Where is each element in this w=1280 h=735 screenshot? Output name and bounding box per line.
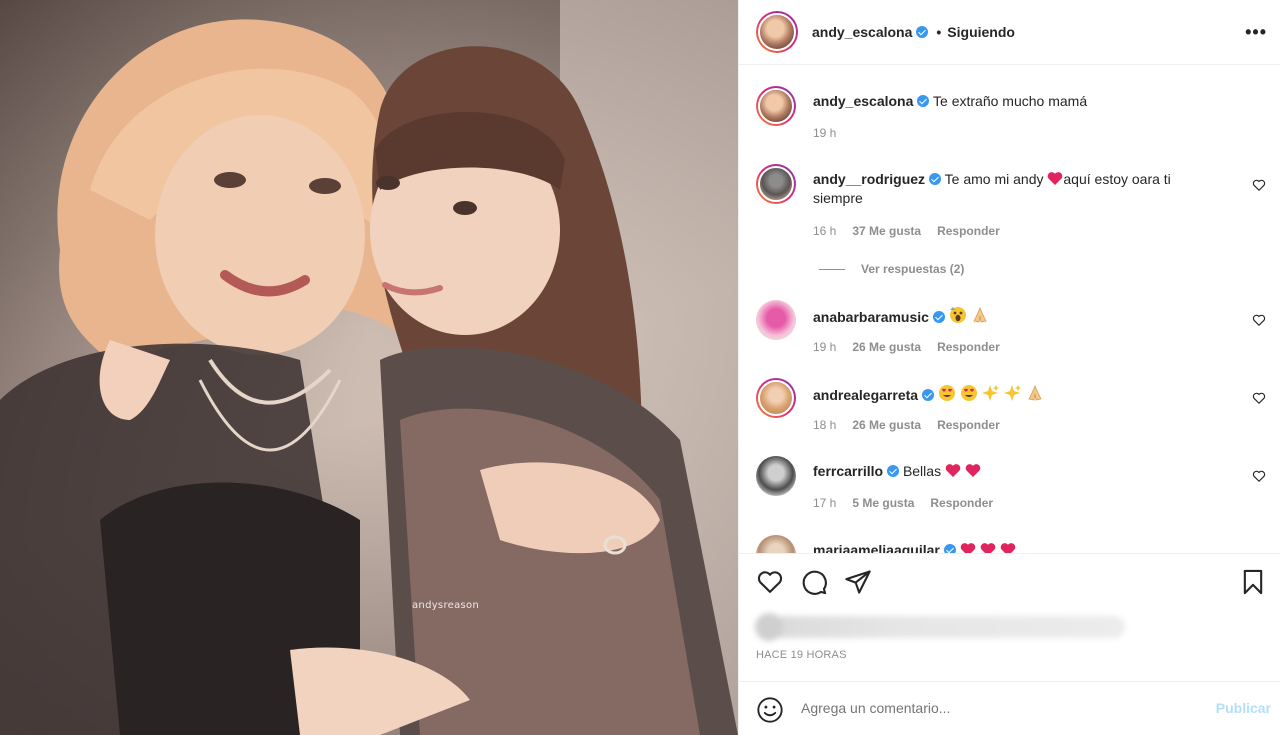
verified-badge-icon [887, 465, 900, 477]
comment-likes[interactable]: 26 Me gusta [852, 418, 921, 432]
replies-divider [819, 268, 845, 270]
avatar[interactable] [756, 300, 796, 340]
instagram-post: andysreason andy_escalona • Siguiendo ••… [0, 0, 1280, 735]
comment-username[interactable]: ferrcarrillo [813, 463, 883, 479]
avatar[interactable] [756, 378, 796, 418]
verified-badge-icon [929, 173, 942, 185]
heart-outline-icon[interactable] [1252, 313, 1266, 327]
comment-text: Te amo mi andy [944, 171, 1044, 187]
reply-button[interactable]: Responder [930, 496, 993, 510]
comment-time[interactable]: 18 h [813, 418, 836, 432]
comment-time[interactable]: 17 h [813, 496, 836, 510]
more-options-icon[interactable]: ••• [1245, 22, 1267, 43]
sparkles-emoji-icon [1003, 385, 1021, 401]
emoji-picker-icon[interactable] [756, 696, 784, 724]
comment-likes[interactable]: 37 Me gusta [852, 224, 921, 238]
avatar[interactable] [756, 456, 796, 496]
comments-list[interactable]: andy_escalona Te extraño mucho mamá 19 h… [739, 65, 1280, 553]
post-timestamp[interactable]: HACE 19 HORAS [756, 649, 847, 661]
reply-button[interactable]: Responder [937, 340, 1000, 354]
avatar[interactable] [756, 535, 796, 553]
verified-badge-icon [917, 95, 930, 107]
red-heart-emoji-icon [1048, 172, 1063, 185]
post-photo[interactable]: andysreason [0, 0, 738, 735]
sparkles-emoji-icon [981, 385, 999, 401]
comment-time[interactable]: 16 h [813, 224, 836, 238]
post-details-panel: andy_escalona • Siguiendo ••• andy_escal… [738, 0, 1280, 735]
post-header: andy_escalona • Siguiendo ••• [739, 0, 1280, 65]
red-heart-emoji-icon [1000, 543, 1015, 553]
red-heart-emoji-icon [960, 543, 975, 553]
post-author-username[interactable]: andy_escalona [812, 24, 912, 40]
photo-watermark: andysreason [412, 600, 480, 611]
comment-body: andrealegarreta [813, 384, 1213, 405]
publish-button[interactable]: Publicar [1216, 700, 1271, 716]
heart-outline-icon[interactable] [1252, 391, 1266, 405]
comment-username[interactable]: mariaameliaaguilar [813, 542, 940, 553]
red-heart-emoji-icon [965, 464, 981, 477]
comment-meta: 16 h 37 Me gusta Responder [813, 224, 1016, 238]
comment-body: mariaameliaaguilar [813, 541, 1213, 553]
reply-button[interactable]: Responder [937, 224, 1000, 238]
view-replies-button[interactable]: Ver respuestas (2) [819, 262, 964, 276]
likes-summary-blurred[interactable] [755, 613, 1125, 641]
heart-outline-icon[interactable] [1252, 469, 1266, 483]
separator-dot: • [936, 24, 942, 40]
red-heart-emoji-icon [980, 543, 995, 553]
comment-time[interactable]: 19 h [813, 126, 836, 140]
verified-badge-icon [922, 389, 935, 401]
verified-badge-icon [943, 544, 956, 553]
comment-username[interactable]: andy_escalona [813, 93, 913, 109]
comment-text: Bellas [902, 463, 942, 479]
verified-badge-icon [916, 26, 929, 38]
comment-username[interactable]: anabarbaramusic [813, 309, 929, 325]
action-bar: HACE 19 HORAS [739, 553, 1280, 681]
comment-bubble-icon[interactable] [800, 568, 828, 596]
heart-outline-icon[interactable] [1252, 178, 1266, 192]
avatar[interactable] [756, 164, 796, 204]
comment-time[interactable]: 19 h [813, 340, 836, 354]
praying-hands-emoji-icon [1027, 384, 1042, 401]
comment-username[interactable]: andrealegarreta [813, 387, 918, 403]
comment-likes[interactable]: 26 Me gusta [852, 340, 921, 354]
following-button[interactable]: Siguiendo [947, 24, 1015, 40]
photo-illustration [0, 0, 738, 735]
comment-body: anabarbaramusic [813, 306, 1213, 327]
comment-meta: 18 h 26 Me gusta Responder [813, 418, 1016, 432]
praying-hands-emoji-icon [973, 306, 987, 323]
view-replies-label: Ver respuestas (2) [861, 262, 965, 276]
comment-username[interactable]: andy__rodriguez [813, 171, 925, 187]
comment-input[interactable] [801, 700, 1181, 716]
scream-emoji-icon [949, 307, 966, 323]
share-send-icon[interactable] [844, 568, 872, 596]
avatar[interactable] [756, 86, 796, 126]
comment-body: andy__rodriguez Te amo mi andy aquí esto… [813, 170, 1213, 208]
heart-eyes-emoji-icon [938, 385, 955, 401]
add-comment-bar: Publicar [739, 681, 1280, 735]
verified-badge-icon [932, 311, 945, 323]
comment-meta: 17 h 5 Me gusta Responder [813, 496, 1009, 510]
avatar[interactable] [756, 11, 798, 53]
reply-button[interactable]: Responder [937, 418, 1000, 432]
comment-meta: 19 h 26 Me gusta Responder [813, 340, 1016, 354]
red-heart-emoji-icon [945, 464, 961, 477]
like-heart-icon[interactable] [756, 568, 784, 596]
comment-likes[interactable]: 5 Me gusta [852, 496, 914, 510]
comment-text: Te extraño mucho mamá [933, 93, 1088, 109]
comment-meta: 19 h [813, 126, 852, 140]
save-bookmark-icon[interactable] [1239, 568, 1267, 596]
comment-body: andy_escalona Te extraño mucho mamá [813, 92, 1213, 111]
comment-body: ferrcarrillo Bellas [813, 462, 1213, 481]
heart-eyes-emoji-icon [960, 385, 977, 401]
